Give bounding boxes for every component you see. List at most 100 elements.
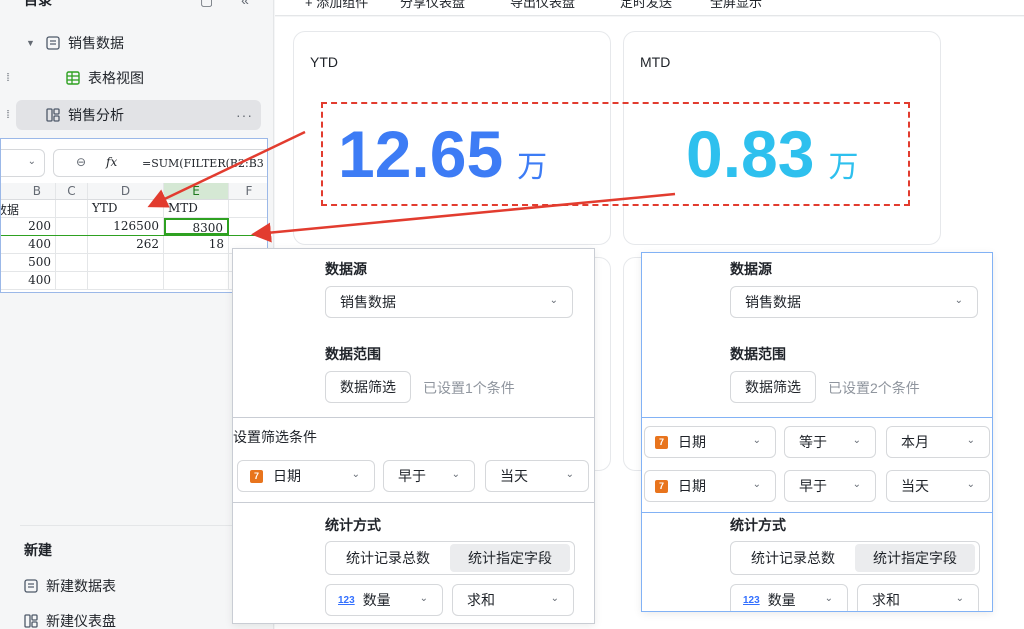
chevron-down-icon: ⌄ [852,479,861,490]
filter-field-select[interactable]: 7 日期 ⌄ [644,470,776,502]
data-filter-button[interactable]: 数据筛选 [325,371,411,403]
cell[interactable]: 400 [1,236,56,253]
data-filter-button[interactable]: 数据筛选 [730,371,816,403]
filter-condition-title: 设置筛选条件 [233,429,317,445]
cell[interactable] [56,254,88,271]
new-section-title: 新建 [24,542,52,558]
cell[interactable] [56,236,88,253]
stat-method-segment: 统计记录总数 统计指定字段 [325,541,575,575]
stat-count-option[interactable]: 统计记录总数 [735,544,851,572]
cell[interactable]: YTD [88,200,164,217]
stat-field-select[interactable]: 123 数量 ⌄ [325,584,443,616]
filter-operator-select[interactable]: 等于 ⌄ [784,426,876,458]
sidebar-item-sales-data[interactable]: ▼ 销售数据 [0,28,274,58]
chevron-down-icon: ⌄ [752,435,761,446]
caret-down-icon[interactable]: ▼ [26,38,35,48]
cell[interactable]: 400 [1,272,56,289]
sidebar-title: 目录 [24,0,52,8]
formula-bar[interactable]: ⊖ fx =SUM(FILTER(B2:B3 [53,149,267,177]
filter-field-select[interactable]: 7 日期 ⌄ [237,460,375,492]
sidebar-item-label: 表格视图 [88,70,144,86]
aggregate-select[interactable]: 求和 ⌄ [857,584,979,611]
filter-operator-select[interactable]: 早于 ⌄ [383,460,475,492]
sidebar-head-icons[interactable]: ▢ « [200,0,261,9]
dashboard-toolbar: + 添加组件 分享仪表盘 导出仪表盘 定时发送 全屏显示 [275,0,1024,16]
fullscreen-button[interactable]: 全屏显示 [710,0,762,11]
cell[interactable] [229,218,267,235]
chevron-down-icon: ⌄ [549,295,558,306]
col-header[interactable]: F [229,183,267,199]
sidebar-item-grid-view[interactable]: ⁞⁞ 表格视图 [0,63,274,93]
selected-cell[interactable]: 8300 [164,218,229,235]
stat-field-option[interactable]: 统计指定字段 [855,544,975,572]
ytd-config-panel: 数据源 销售数据 ⌄ 数据范围 数据筛选 已设置1个条件 设置筛选条件 7 日期 ⌄ … [232,248,595,624]
cell[interactable] [164,254,229,271]
cell[interactable] [88,254,164,271]
sheet-grid: B C D E F 数据 YTD MTD 200 126500 8300 400… [1,183,267,290]
cell[interactable]: 500 [1,254,56,271]
highlight-box [321,102,910,206]
cell[interactable] [56,272,88,289]
filter-operator-select[interactable]: 早于 ⌄ [784,470,876,502]
filter-value-select[interactable]: 本月 ⌄ [886,426,990,458]
schedule-send-button[interactable]: 定时发送 [620,0,672,11]
add-widget-button[interactable]: + 添加组件 [305,0,368,11]
number-field-icon: 123 [743,594,760,606]
stat-method-label: 统计方式 [730,517,786,533]
table-row: 200 126500 8300 [1,218,267,236]
table-row: 500 [1,254,267,272]
card-title: YTD [310,54,338,70]
filter-field-select[interactable]: 7 日期 ⌄ [644,426,776,458]
filter-value-select[interactable]: 当天 ⌄ [485,460,589,492]
number-field-icon: 123 [338,594,355,606]
card-title: MTD [640,54,671,70]
cell-selector[interactable]: ⌄ [1,149,45,177]
col-header[interactable]: B [1,183,56,199]
cell[interactable] [56,218,88,235]
cell[interactable]: MTD [164,200,229,217]
cell[interactable] [229,200,267,217]
fx-icon: fx [106,155,118,169]
zoom-icon: ⊖ [76,155,87,169]
drag-handle-icon[interactable]: ⁞⁞ [6,72,10,84]
cell[interactable] [88,272,164,289]
more-icon[interactable]: ··· [236,107,253,123]
data-source-label: 数据源 [325,261,367,277]
chevron-down-icon: ⌄ [419,593,428,604]
sidebar-item-label: 销售数据 [68,35,124,51]
stat-field-select[interactable]: 123 数量 ⌄ [730,584,848,611]
chevron-down-icon: ⌄ [824,593,833,604]
col-header[interactable]: E [164,183,229,199]
stat-field-option[interactable]: 统计指定字段 [450,544,570,572]
chevron-down-icon: ⌄ [550,593,559,604]
col-header[interactable]: C [56,183,88,199]
data-source-select[interactable]: 销售数据 ⌄ [730,286,978,318]
column-header-row: B C D E F [1,183,267,200]
chevron-down-icon: ⌄ [955,593,964,604]
divider [20,525,256,526]
sidebar-item-sales-analysis[interactable]: ⁞⁞ 销售分析 ··· [6,100,261,130]
col-header[interactable]: D [88,183,164,199]
table-row: 400 262 18 [1,236,267,254]
cell[interactable]: 262 [88,236,164,253]
grid-view-icon [66,71,80,85]
mtd-config-panel: 数据源 销售数据 ⌄ 数据范围 数据筛选 已设置2个条件 7 日期 ⌄ 等于 ⌄ 本月 ⌄… [641,252,993,612]
cell[interactable]: 126500 [88,218,164,235]
cell[interactable] [56,200,88,217]
stat-count-option[interactable]: 统计记录总数 [330,544,446,572]
cell[interactable] [164,272,229,289]
data-source-select[interactable]: 销售数据 ⌄ [325,286,573,318]
share-dashboard-button[interactable]: 分享仪表盘 [400,0,465,11]
drag-handle-icon[interactable]: ⁞⁞ [6,109,10,121]
chevron-down-icon: ⌄ [451,469,460,480]
chevron-down-icon: ⌄ [351,469,360,480]
export-dashboard-button[interactable]: 导出仪表盘 [510,0,575,11]
chevron-down-icon: ⌄ [966,435,975,446]
filter-value-select[interactable]: 当天 ⌄ [886,470,990,502]
cell[interactable]: 18 [164,236,229,253]
cell[interactable]: 数据 [1,200,56,217]
aggregate-select[interactable]: 求和 ⌄ [452,584,574,616]
cell[interactable]: 200 [1,218,56,235]
chevron-down-icon: ⌄ [966,479,975,490]
chevron-down-icon: ⌄ [852,435,861,446]
